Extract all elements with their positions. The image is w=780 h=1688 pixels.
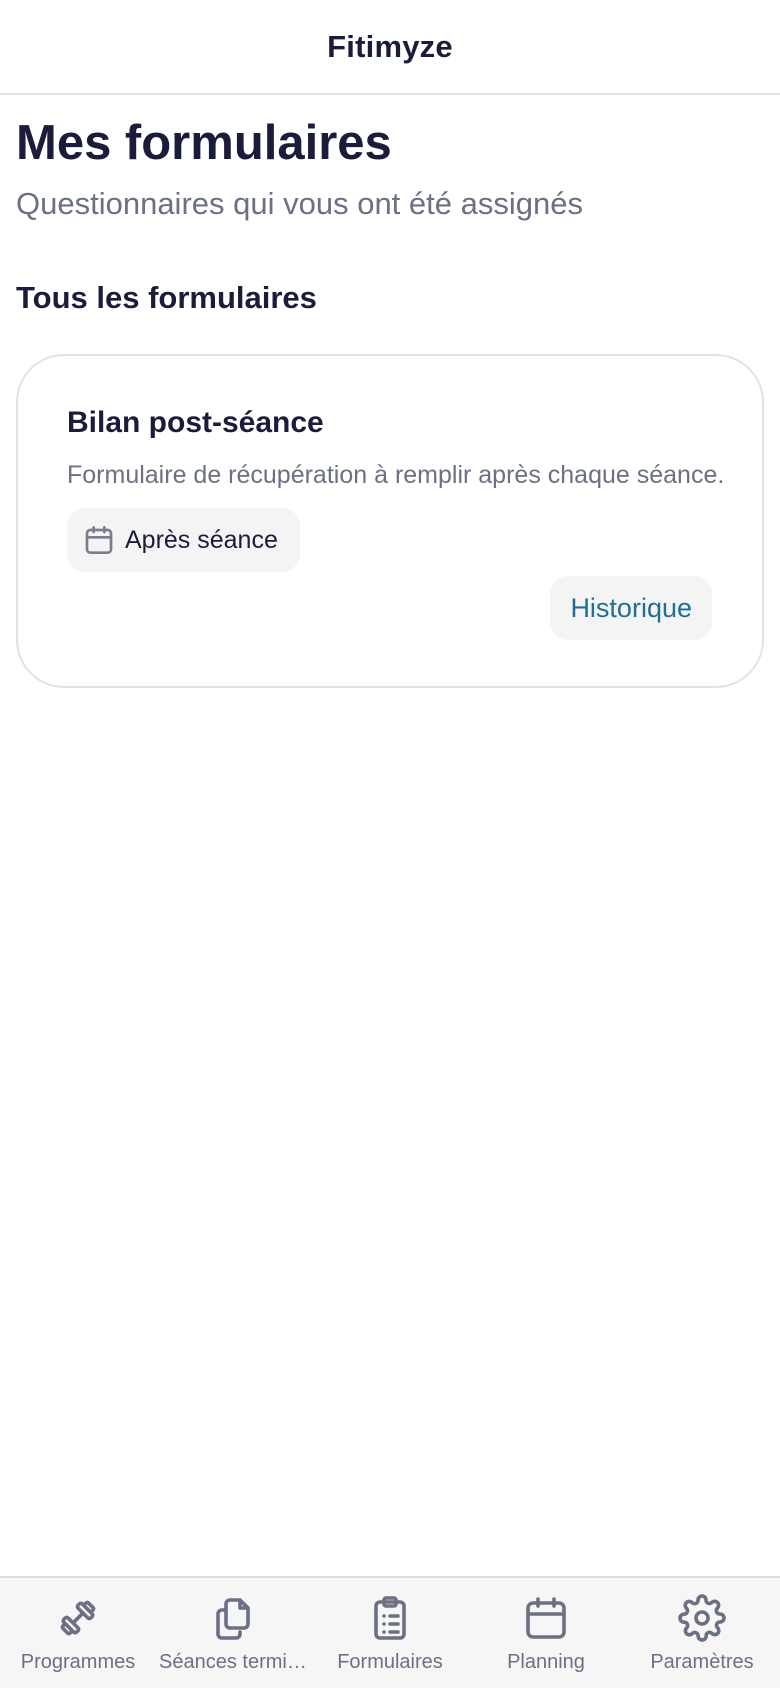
app-title: Fitimyze bbox=[327, 28, 453, 64]
clipboard-list-icon bbox=[366, 1594, 414, 1642]
app-screen: Fitimyze Mes formulaires Questionnaires … bbox=[0, 0, 780, 1688]
calendar-icon bbox=[83, 524, 115, 556]
tab-label: Formulaires bbox=[337, 1651, 443, 1673]
page-subtitle: Questionnaires qui vous ont été assignés bbox=[16, 185, 583, 221]
tab-label: Paramètres bbox=[650, 1651, 754, 1673]
top-app-bar: Fitimyze bbox=[0, 0, 780, 95]
tab-formulaires[interactable]: Formulaires bbox=[312, 1578, 468, 1688]
form-card[interactable]: Bilan post-séance Formulaire de récupéra… bbox=[16, 354, 764, 689]
gear-icon bbox=[678, 1594, 726, 1642]
main-content: Mes formulaires Questionnaires qui vous … bbox=[16, 95, 764, 689]
tab-planning[interactable]: Planning bbox=[468, 1578, 624, 1688]
page-title: Mes formulaires bbox=[16, 116, 392, 170]
copy-icon bbox=[210, 1594, 258, 1642]
badge-label: Après séance bbox=[125, 525, 278, 554]
section-title: Tous les formulaires bbox=[16, 280, 317, 316]
form-description: Formulaire de récupération à remplir apr… bbox=[67, 461, 725, 490]
form-timing-badge: Après séance bbox=[67, 508, 300, 573]
tab-parametres[interactable]: Paramètres bbox=[624, 1578, 780, 1688]
tab-programmes[interactable]: Programmes bbox=[0, 1578, 156, 1688]
bottom-tab-bar: Programmes Séances termin... Formulaires… bbox=[0, 1576, 780, 1688]
tab-seances-terminees[interactable]: Séances termin... bbox=[156, 1578, 312, 1688]
history-button[interactable]: Historique bbox=[550, 576, 712, 641]
dumbbell-icon bbox=[54, 1594, 102, 1642]
tab-label: Planning bbox=[507, 1651, 585, 1673]
form-title: Bilan post-séance bbox=[67, 406, 324, 440]
tab-label: Séances termin... bbox=[159, 1651, 309, 1673]
tab-label: Programmes bbox=[20, 1651, 136, 1673]
calendar-icon bbox=[522, 1594, 570, 1642]
